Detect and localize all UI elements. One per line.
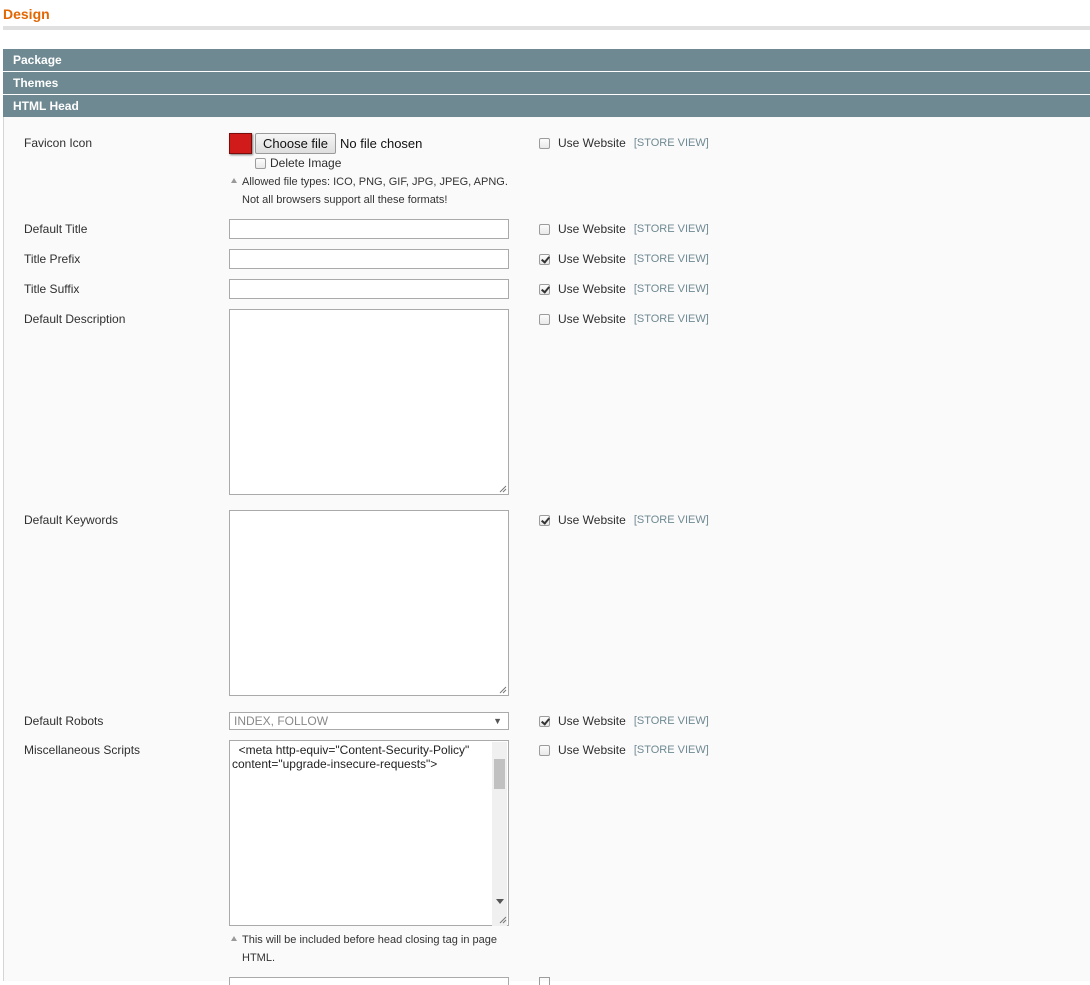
default-title-label: Default Title [24, 222, 88, 236]
misc-scripts-use-website: Use Website [STORE VIEW] [539, 742, 709, 758]
title-suffix-use-website-checkbox[interactable] [539, 283, 550, 295]
note-arrow-icon [231, 178, 237, 183]
default-robots-label: Default Robots [24, 714, 104, 728]
page-title: Design [3, 6, 50, 22]
use-website-label: Use Website [558, 222, 626, 236]
misc-scripts-use-website-checkbox[interactable] [539, 744, 550, 756]
scope-label: [STORE VIEW] [633, 313, 709, 325]
resize-grip-icon[interactable] [499, 485, 507, 493]
scope-label: [STORE VIEW] [633, 223, 709, 235]
default-robots-use-website-checkbox[interactable] [539, 715, 550, 727]
misc-scripts-content: <meta http-equiv="Content-Security-Polic… [232, 743, 470, 771]
chevron-down-icon: ▼ [493, 716, 502, 726]
scope-label: [STORE VIEW] [633, 715, 709, 727]
use-website-label: Use Website [558, 743, 626, 757]
default-robots-use-website: Use Website [STORE VIEW] [539, 713, 709, 729]
resize-grip-icon[interactable] [499, 686, 507, 694]
title-prefix-input[interactable] [229, 249, 509, 269]
default-description-use-website-checkbox[interactable] [539, 313, 550, 325]
file-status-text: No file chosen [340, 136, 423, 151]
use-website-label: Use Website [558, 513, 626, 527]
default-title-use-website-checkbox[interactable] [539, 223, 550, 235]
section-themes[interactable]: Themes [3, 72, 1090, 94]
scope-label: [STORE VIEW] [633, 137, 709, 149]
scope-label: [STORE VIEW] [633, 253, 709, 265]
misc-scripts-scrollbar[interactable] [492, 742, 507, 926]
misc-scripts-label: Miscellaneous Scripts [24, 743, 141, 757]
section-html-head[interactable]: HTML Head [3, 95, 1090, 117]
title-prefix-use-website: Use Website [STORE VIEW] [539, 251, 709, 267]
default-robots-selected-value: INDEX, FOLLOW [234, 714, 329, 728]
note-arrow-icon [231, 936, 237, 941]
scope-label: [STORE VIEW] [633, 744, 709, 756]
misc-scripts-textarea[interactable]: <meta http-equiv="Content-Security-Polic… [229, 740, 509, 926]
default-title-use-website: Use Website [STORE VIEW] [539, 221, 709, 237]
html-head-form [3, 117, 1090, 981]
scope-label: [STORE VIEW] [633, 283, 709, 295]
default-description-textarea[interactable] [229, 309, 509, 495]
favicon-note-line1: Allowed file types: ICO, PNG, GIF, JPG, … [242, 176, 508, 188]
use-website-label: Use Website [558, 252, 626, 266]
title-suffix-label: Title Suffix [24, 282, 80, 296]
default-keywords-textarea[interactable] [229, 510, 509, 696]
default-robots-select[interactable]: INDEX, FOLLOW ▼ [229, 712, 509, 730]
default-description-use-website: Use Website [STORE VIEW] [539, 311, 709, 327]
title-divider [3, 26, 1090, 30]
title-prefix-use-website-checkbox[interactable] [539, 253, 550, 265]
title-prefix-label: Title Prefix [24, 252, 81, 266]
default-title-input[interactable] [229, 219, 509, 239]
favicon-note-line2: Not all browsers support all these forma… [242, 194, 448, 206]
use-website-label: Use Website [558, 136, 626, 150]
favicon-use-website: Use Website [STORE VIEW] [539, 135, 709, 151]
favicon-use-website-checkbox[interactable] [539, 137, 550, 149]
default-keywords-use-website-checkbox[interactable] [539, 514, 550, 526]
next-field-input[interactable] [229, 977, 509, 985]
scrollbar-thumb[interactable] [494, 759, 505, 789]
default-description-label: Default Description [24, 312, 126, 326]
default-keywords-label: Default Keywords [24, 513, 119, 527]
favicon-label: Favicon Icon [24, 136, 93, 150]
title-suffix-input[interactable] [229, 279, 509, 299]
favicon-note: Allowed file types: ICO, PNG, GIF, JPG, … [229, 173, 519, 209]
use-website-label: Use Website [558, 312, 626, 326]
delete-image-option: Delete Image [255, 156, 341, 170]
favicon-preview-image[interactable] [229, 133, 252, 154]
scroll-down-arrow-icon[interactable] [496, 899, 504, 904]
misc-scripts-note-line1: This will be included before head closin… [242, 934, 497, 946]
section-package[interactable]: Package [3, 49, 1090, 71]
use-website-label: Use Website [558, 282, 626, 296]
scope-label: [STORE VIEW] [633, 514, 709, 526]
title-suffix-use-website: Use Website [STORE VIEW] [539, 281, 709, 297]
delete-image-label: Delete Image [270, 156, 342, 170]
misc-scripts-note: This will be included before head closin… [229, 931, 519, 967]
default-keywords-use-website: Use Website [STORE VIEW] [539, 512, 709, 528]
resize-grip-icon[interactable] [499, 916, 507, 924]
misc-scripts-note-line2: HTML. [242, 952, 275, 964]
choose-file-button[interactable]: Choose file [255, 133, 337, 154]
use-website-label: Use Website [558, 714, 626, 728]
delete-image-checkbox[interactable] [255, 157, 266, 169]
next-field-use-website-checkbox[interactable] [539, 977, 550, 985]
